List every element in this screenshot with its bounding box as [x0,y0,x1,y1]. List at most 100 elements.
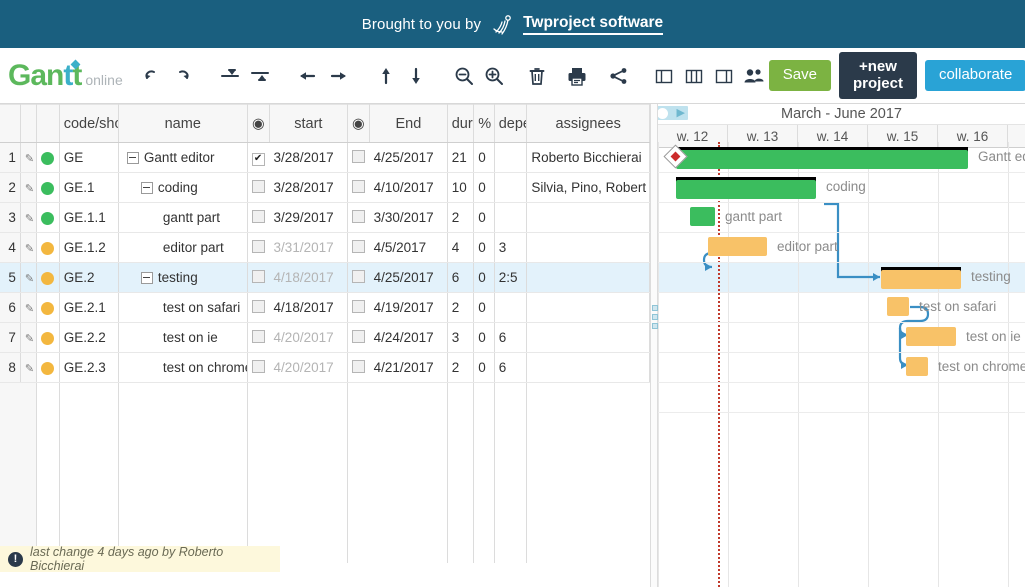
cell-dependencies[interactable]: 6 [494,353,527,383]
row-edit-button[interactable]: ✎ [20,203,36,233]
layout-split-icon[interactable] [679,60,709,92]
cell-dependencies[interactable] [494,203,527,233]
col-start-flag[interactable]: ◉ [247,105,269,143]
cell-name[interactable]: test on safari [118,293,247,323]
pencil-icon[interactable]: ✎ [25,153,34,165]
start-checkbox[interactable] [252,153,265,166]
row-edit-button[interactable]: ✎ [20,263,36,293]
cell-end[interactable]: 4/25/2017 [370,143,448,173]
cell-name[interactable]: Gantt editor [118,143,247,173]
gantt-bar[interactable] [881,270,961,289]
gantt-bar[interactable] [690,207,715,226]
col-assignees[interactable]: assignees [527,105,650,143]
cell-assignees[interactable] [527,263,650,293]
start-flag-checkbox[interactable] [247,323,269,353]
row-edit-button[interactable]: ✎ [20,353,36,383]
people-icon[interactable] [739,60,769,92]
end-checkbox[interactable] [352,240,365,253]
pencil-icon[interactable]: ✎ [25,363,34,375]
cell-percent[interactable]: 0 [474,203,494,233]
cell-start[interactable]: 4/20/2017 [270,353,348,383]
collapse-toggle[interactable] [127,152,139,164]
table-row[interactable]: 5✎GE.2testing4/18/20174/25/2017602:5 [0,263,650,293]
col-duration[interactable]: dur. [447,105,474,143]
gantt-bar[interactable] [676,150,968,169]
cell-duration[interactable]: 3 [447,323,474,353]
cell-percent[interactable]: 0 [474,323,494,353]
arrow-up-icon[interactable] [371,60,401,92]
cell-end[interactable]: 4/19/2017 [370,293,448,323]
status-dot-amber[interactable] [41,242,54,255]
status-dot-amber[interactable] [41,332,54,345]
start-flag-checkbox[interactable] [247,263,269,293]
cell-code[interactable]: GE.1.1 [59,203,118,233]
cell-duration[interactable]: 2 [447,293,474,323]
end-flag-checkbox[interactable] [347,233,369,263]
chevron-right-icon[interactable]: ▶ [677,108,685,119]
end-checkbox[interactable] [352,210,365,223]
cell-dependencies[interactable] [494,143,527,173]
col-start[interactable]: start [270,105,348,143]
empty-row[interactable] [0,413,650,443]
cell-assignees[interactable] [527,293,650,323]
table-row[interactable]: 8✎GE.2.3test on chrome4/20/20174/21/2017… [0,353,650,383]
cell-duration[interactable]: 6 [447,263,474,293]
outdent-icon[interactable] [215,60,245,92]
end-flag-checkbox[interactable] [347,293,369,323]
redo-icon[interactable] [167,60,197,92]
cell-name[interactable]: editor part [118,233,247,263]
cell-duration[interactable]: 2 [447,353,474,383]
zoom-in-icon[interactable] [479,60,509,92]
table-row[interactable]: 3✎GE.1.1gantt part3/29/20173/30/201720 [0,203,650,233]
end-checkbox[interactable] [352,180,365,193]
row-status-indicator[interactable] [37,203,59,233]
start-checkbox[interactable] [252,360,265,373]
cell-duration[interactable]: 21 [447,143,474,173]
cell-code[interactable]: GE.1.2 [59,233,118,263]
start-flag-checkbox[interactable] [247,203,269,233]
empty-row[interactable] [0,443,650,473]
cell-assignees[interactable]: Roberto Bicchierai [527,143,650,173]
end-flag-checkbox[interactable] [347,263,369,293]
cell-start[interactable]: 4/18/2017 [270,263,348,293]
gantt-bar[interactable] [906,357,928,376]
cell-assignees[interactable] [527,353,650,383]
row-status-indicator[interactable] [37,263,59,293]
cell-duration[interactable]: 2 [447,203,474,233]
empty-row[interactable] [0,473,650,503]
cell-start[interactable]: 4/18/2017 [270,293,348,323]
table-row[interactable]: 7✎GE.2.2test on ie4/20/20174/24/2017306 [0,323,650,353]
collapse-toggle[interactable] [141,272,153,284]
cell-code[interactable]: GE.2.1 [59,293,118,323]
row-status-indicator[interactable] [37,143,59,173]
start-checkbox[interactable] [252,270,265,283]
end-checkbox[interactable] [352,150,365,163]
pencil-icon[interactable]: ✎ [25,303,34,315]
start-checkbox[interactable] [252,180,265,193]
arrow-down-icon[interactable] [401,60,431,92]
end-checkbox[interactable] [352,300,365,313]
cell-name[interactable]: testing [118,263,247,293]
row-status-indicator[interactable] [37,323,59,353]
pencil-icon[interactable]: ✎ [25,243,34,255]
col-end[interactable]: End [370,105,448,143]
col-percent[interactable]: % [474,105,494,143]
collaborate-button[interactable]: collaborate [925,60,1025,91]
cell-duration[interactable]: 10 [447,173,474,203]
save-button[interactable]: Save [769,60,831,91]
start-flag-checkbox[interactable] [247,233,269,263]
cell-name[interactable]: gantt part [118,203,247,233]
col-code[interactable]: code/sho [59,105,118,143]
end-checkbox[interactable] [352,360,365,373]
row-edit-button[interactable]: ✎ [20,233,36,263]
cell-name[interactable]: test on ie [118,323,247,353]
cell-dependencies[interactable]: 3 [494,233,527,263]
gantt-chart-area[interactable]: Gantt edcodinggantt parteditor parttesti… [658,142,1025,587]
start-checkbox[interactable] [252,240,265,253]
start-checkbox[interactable] [252,300,265,313]
pencil-icon[interactable]: ✎ [25,183,34,195]
end-flag-checkbox[interactable] [347,323,369,353]
cell-start[interactable]: 3/31/2017 [270,233,348,263]
end-flag-checkbox[interactable] [347,173,369,203]
status-dot-amber[interactable] [41,302,54,315]
